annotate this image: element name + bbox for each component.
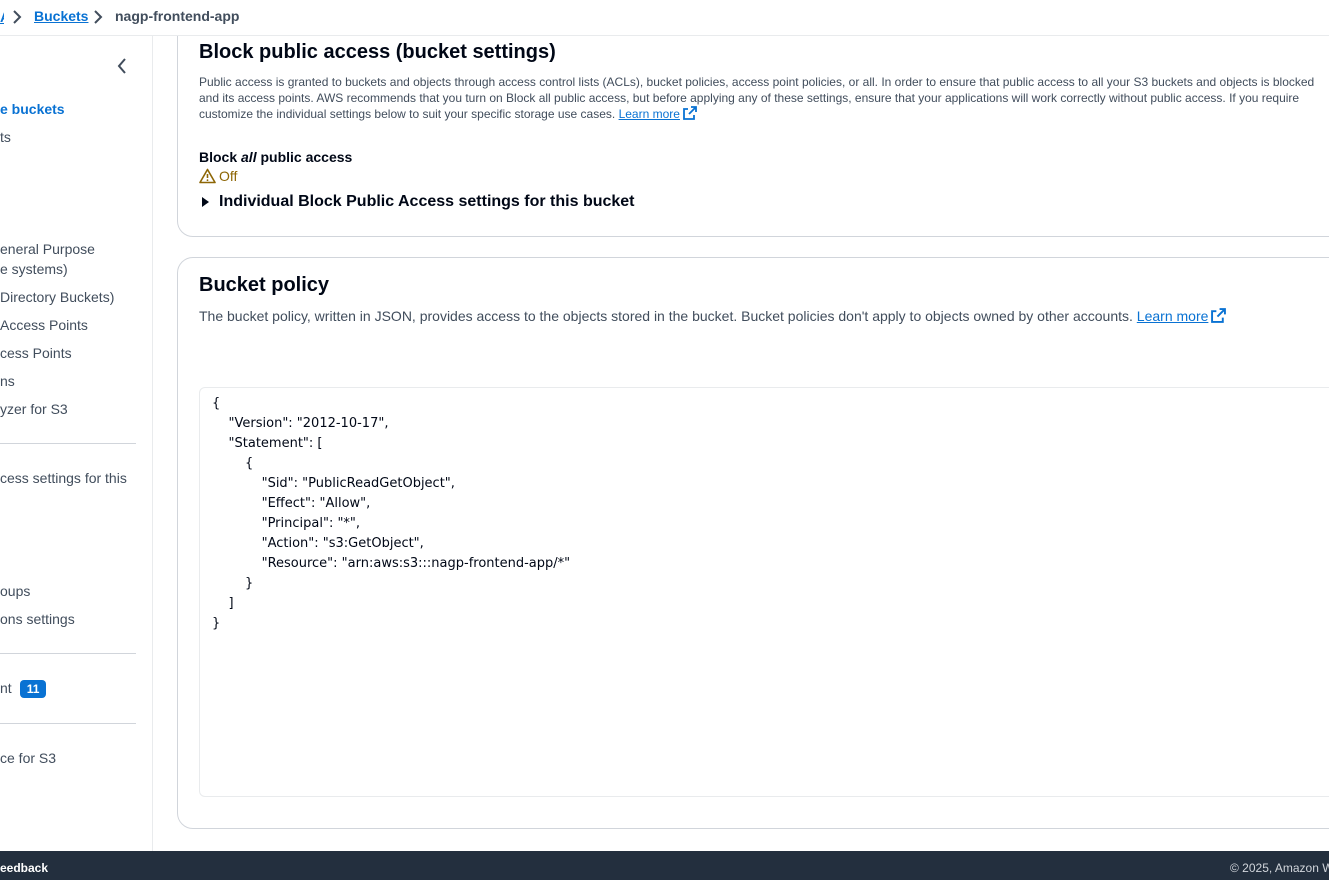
policy-json-code: { "Version": "2012-10-17", "Statement": …: [212, 396, 571, 631]
sidebar-item-label: nt: [0, 680, 12, 696]
block-public-access-title: Block public access (bucket settings): [199, 41, 556, 63]
sidebar-divider: [0, 723, 136, 724]
label-emphasis: all: [241, 149, 257, 165]
feedback-link[interactable]: eedback: [0, 861, 48, 875]
description-text: The bucket policy, written in JSON, prov…: [199, 308, 1133, 324]
sidebar-item-organizations-settings[interactable]: ons settings: [0, 609, 75, 629]
sidebar-item-storage-lens-groups[interactable]: oups: [0, 581, 30, 601]
label-part: public access: [256, 149, 353, 165]
expander-label: Individual Block Public Access settings …: [219, 193, 635, 210]
sidebar-divider: [0, 653, 136, 654]
status-text: Off: [219, 168, 238, 184]
block-all-status: Off: [199, 168, 237, 184]
sidebar-item-marketplace-for-s3[interactable]: ce for S3: [0, 748, 56, 768]
notification-badge: 11: [19, 680, 47, 698]
bucket-policy-description: The bucket policy, written in JSON, prov…: [199, 306, 1329, 326]
learn-more-link[interactable]: Learn more: [1137, 308, 1227, 324]
chevron-left-icon: [117, 58, 126, 74]
sidebar-item-feature-spotlight[interactable]: nt 11: [0, 678, 47, 698]
console-footer: eedback © 2025, Amazon W: [0, 851, 1329, 880]
learn-more-label: Learn more: [618, 107, 680, 121]
chevron-right-icon: [12, 10, 22, 24]
description-line: customize the individual settings below …: [199, 107, 616, 121]
label-part: Block: [199, 149, 242, 165]
block-public-access-description: Public access is granted to buckets and …: [199, 74, 1329, 122]
description-line: and its access points. AWS recommends th…: [199, 91, 1300, 105]
sidebar-item-multi-region-access-points[interactable]: cess Points: [0, 343, 72, 363]
collapse-sidebar-button[interactable]: [114, 56, 130, 76]
block-all-public-access-label: Block all public access: [199, 149, 352, 165]
learn-more-label: Learn more: [1136, 308, 1209, 324]
sidebar-item-access-points-directory[interactable]: Directory Buckets): [0, 287, 114, 307]
policy-json-viewer[interactable]: { "Version": "2012-10-17", "Statement": …: [199, 387, 1329, 797]
description-line: Public access is granted to buckets and …: [199, 75, 1315, 89]
caret-right-icon: [202, 197, 209, 207]
sidebar-item-iam-access-analyzer[interactable]: yzer for S3: [0, 399, 68, 419]
sidebar-item-general-purpose-buckets[interactable]: e buckets: [0, 99, 65, 119]
bucket-policy-title: Bucket policy: [199, 274, 330, 296]
sidebar-item-batch-operations[interactable]: ns: [0, 371, 15, 391]
main-content: Block public access (bucket settings) Pu…: [153, 36, 1329, 851]
bucket-policy-panel: Bucket policy The bucket policy, written…: [177, 257, 1329, 829]
external-link-icon: [683, 106, 697, 120]
learn-more-link[interactable]: Learn more: [618, 106, 697, 121]
breadcrumb-current: nagp-frontend-app: [115, 8, 240, 24]
warning-icon: [199, 168, 216, 184]
sidebar-item-block-public-access-settings[interactable]: cess settings for this: [0, 468, 127, 488]
chevron-right-icon: [93, 10, 103, 24]
breadcrumb: A Buckets nagp-frontend-app: [0, 0, 1329, 36]
breadcrumb-buckets-link[interactable]: Buckets: [34, 8, 88, 24]
block-public-access-panel: Block public access (bucket settings) Pu…: [177, 36, 1329, 237]
external-link-icon: [1211, 308, 1227, 323]
sidebar-item-object-lambda-access-points[interactable]: Access Points: [0, 315, 88, 335]
breadcrumb-root-link[interactable]: A: [0, 9, 4, 25]
sidebar-item-access-points-general[interactable]: eneral Purpose: [0, 239, 95, 259]
copyright-text: © 2025, Amazon W: [1230, 861, 1329, 875]
sidebar-item-directory-buckets[interactable]: ts: [0, 127, 11, 147]
individual-settings-expander[interactable]: Individual Block Public Access settings …: [199, 193, 635, 211]
sidebar-nav: e buckets ts eneral Purpose e systems) D…: [0, 36, 153, 851]
sidebar-item-access-points-general-line2[interactable]: e systems): [0, 259, 68, 279]
sidebar-divider: [0, 443, 136, 444]
